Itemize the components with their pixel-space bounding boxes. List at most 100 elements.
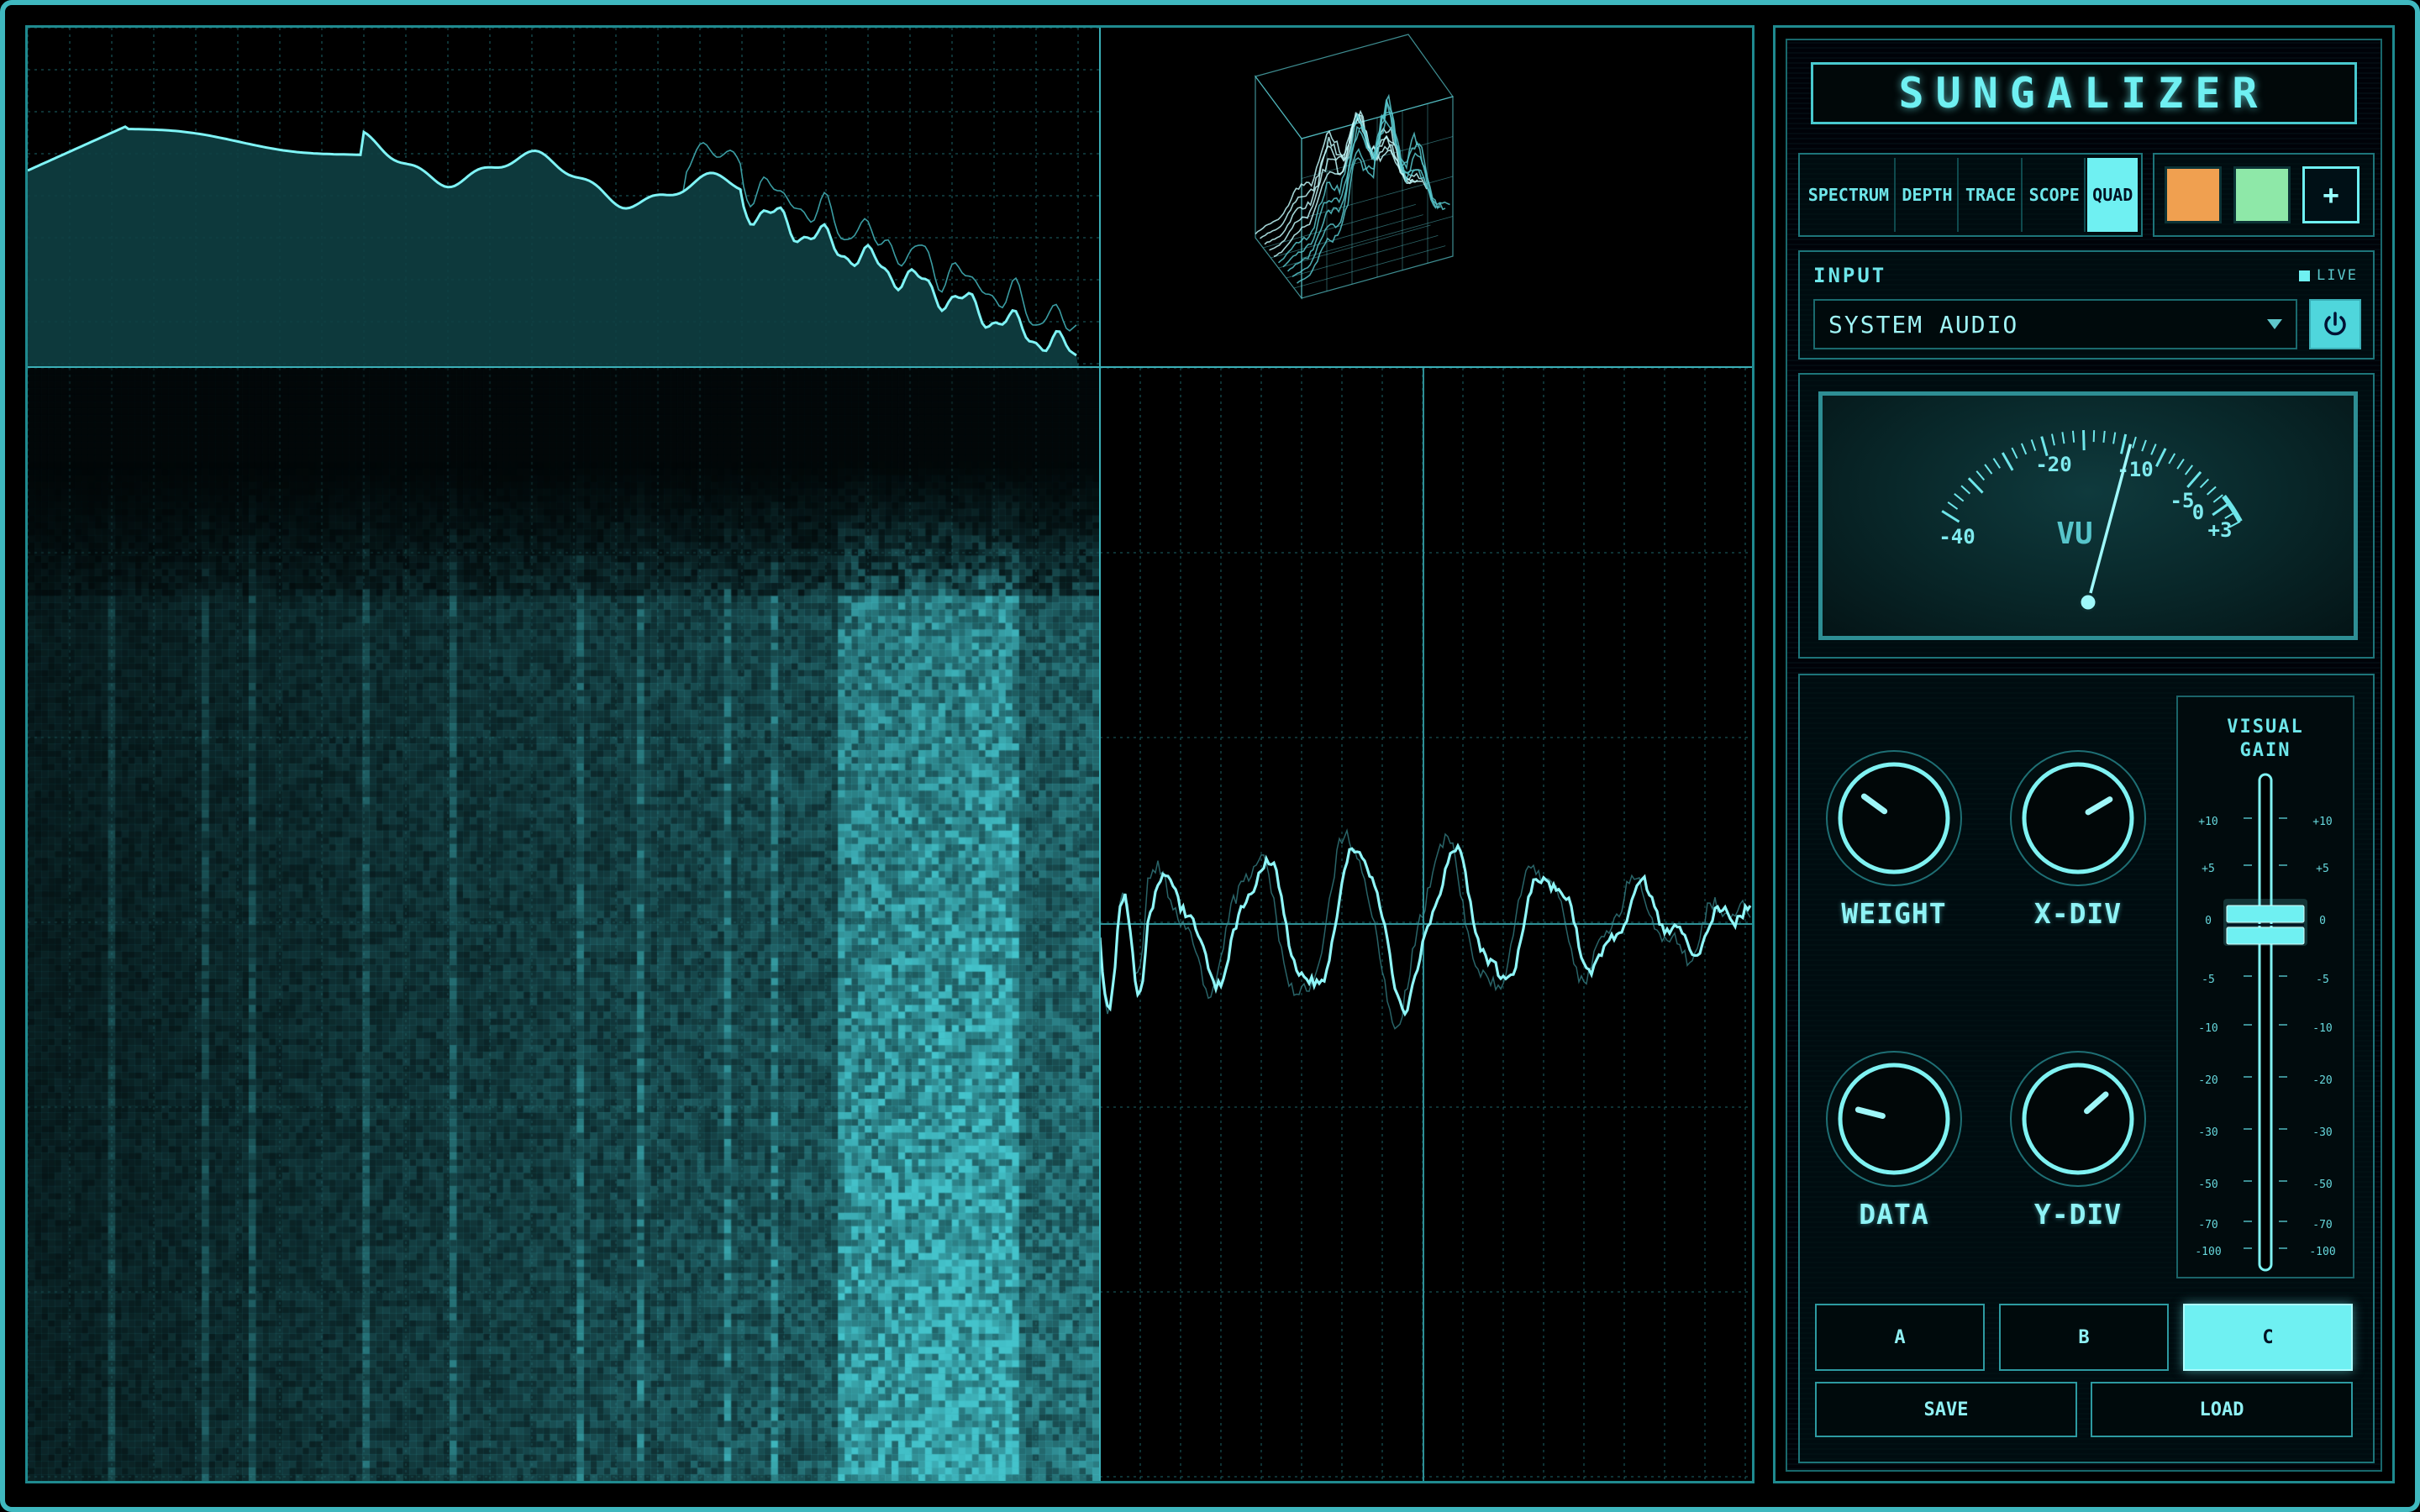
power-icon: [2324, 312, 2346, 336]
x-div-knob[interactable]: [2002, 743, 2154, 894]
tab-depth[interactable]: DEPTH: [1897, 158, 1960, 232]
tab-scope[interactable]: SCOPE: [2024, 158, 2086, 232]
depth-3d-view[interactable]: [1100, 28, 1752, 367]
fader-track[interactable]: +10 +10 +5 +5 0 0 -5 -5 -10 -10 -20 -20 -30 -30 -50 -50…: [2178, 697, 2353, 1277]
vu-tick: [2119, 433, 2128, 454]
vu-tick: [1954, 493, 1965, 502]
fader-scale-label-right: -10: [2312, 1022, 2332, 1035]
vu-tick: [2207, 486, 2217, 496]
tab-spectrum[interactable]: SPECTRUM: [1803, 158, 1896, 232]
visual-gain-fader: VISUAL GAIN +10 +10 +5 +5 0 0 -5 -5 -10 -10 -20 -20…: [2176, 696, 2354, 1278]
vu-scale-label: -5: [2170, 489, 2195, 512]
vu-tick: [1960, 485, 1971, 495]
fader-scale-label-left: -5: [2202, 974, 2215, 986]
knob-body: [1838, 1063, 1950, 1175]
vu-tick: [2132, 436, 2137, 449]
input-source-value: SYSTEM AUDIO: [1828, 310, 2019, 339]
tab-quad[interactable]: QUAD: [2087, 158, 2139, 232]
weight-label: WEIGHT: [1841, 897, 1947, 930]
quad-divider-horizontal: [28, 366, 1752, 368]
fader-handle-top: [2226, 905, 2305, 923]
fader-scale-label-left: -10: [2198, 1022, 2217, 1035]
weight-control: WEIGHT: [1818, 743, 1970, 930]
spectrum-view[interactable]: [28, 28, 1099, 367]
load-button[interactable]: LOAD: [2091, 1382, 2353, 1437]
vu-tick: [2186, 470, 2202, 489]
vu-tick: [2168, 453, 2176, 465]
oscilloscope-view[interactable]: [1100, 368, 1752, 1481]
knob-body: [2022, 1063, 2134, 1175]
color-swatches: +: [2153, 153, 2375, 237]
save-button[interactable]: SAVE: [1815, 1382, 2077, 1437]
knob-body: [2022, 762, 2134, 874]
fader-scale-label-left: -100: [2195, 1246, 2221, 1258]
knob-body: [1838, 762, 1950, 874]
vu-tick: [2030, 439, 2037, 451]
y-div-knob[interactable]: [2002, 1043, 2154, 1194]
scope-trace: [1100, 843, 1752, 1017]
fader-scale-label-right: -70: [2312, 1219, 2332, 1231]
fader-scale-label-right: +10: [2312, 816, 2332, 828]
vu-tick: [2155, 448, 2167, 467]
fader-scale-label-right: 0: [2319, 915, 2326, 927]
vu-tick: [2001, 452, 2014, 471]
vu-meter-section: -40 -20 -10 -5 0 +3 VU: [1798, 373, 2375, 659]
vu-tick: [1975, 470, 1986, 481]
input-label: INPUT: [1813, 264, 1887, 287]
spectrogram-view[interactable]: [28, 368, 1099, 1481]
fader-scale-label-left: -30: [2198, 1126, 2217, 1139]
color-swatch-green[interactable]: [2233, 166, 2291, 223]
visualizer-area: [25, 25, 1754, 1483]
depth-trace: [1260, 113, 1413, 239]
vu-tick: [2011, 447, 2018, 459]
vu-tick: [2050, 433, 2055, 446]
preset-b-button[interactable]: B: [1999, 1304, 2169, 1371]
power-button[interactable]: [2309, 299, 2361, 349]
fader-slot: [2258, 773, 2273, 1272]
vu-scale-label: +3: [2208, 518, 2233, 542]
preset-a-button[interactable]: A: [1815, 1304, 1985, 1371]
depth-trace: [1297, 93, 1450, 284]
vu-tick: [1967, 477, 1984, 494]
fader-scale-label-right: -30: [2312, 1126, 2332, 1139]
data-knob[interactable]: [1818, 1043, 1970, 1194]
x-div-control: X-DIV: [2002, 743, 2154, 930]
data-label: DATA: [1859, 1198, 1929, 1231]
weight-knob[interactable]: [1818, 743, 1970, 894]
y-div-control: Y-DIV: [2002, 1043, 2154, 1231]
vu-meter-dial: -40-20 -10-50+3VU: [1939, 430, 2243, 612]
depth-trace: [1255, 116, 1409, 235]
vu-scale-label: -40: [1939, 525, 1975, 549]
fader-scale-label-right: +5: [2316, 863, 2329, 875]
vu-tick: [1941, 510, 1960, 523]
fader-scale-label-left: 0: [2205, 915, 2212, 927]
vu-tick: [1984, 464, 1993, 475]
y-div-label: Y-DIV: [2033, 1198, 2123, 1231]
add-color-button[interactable]: +: [2302, 166, 2360, 223]
vu-tick: [2020, 443, 2028, 455]
fader-scale-label-left: +5: [2202, 863, 2215, 875]
fader-scale-label-right: -20: [2312, 1074, 2332, 1087]
fader-scale-label-right: -100: [2309, 1246, 2335, 1258]
fader-scale-label-right: -50: [2312, 1179, 2332, 1191]
tab-trace[interactable]: TRACE: [1960, 158, 2023, 232]
preset-c-button[interactable]: C: [2183, 1304, 2353, 1371]
vu-tick: [2102, 430, 2106, 443]
vu-tick: [2071, 430, 2075, 443]
vu-scale-label: -20: [2035, 453, 2071, 476]
plus-icon: +: [2323, 179, 2339, 211]
app-title: SUNGALIZER: [1811, 62, 2357, 124]
vu-tick: [2061, 432, 2065, 444]
color-swatch-orange[interactable]: [2165, 166, 2222, 223]
vu-scale-label: 0: [2192, 501, 2204, 524]
fader-handle-bottom: [2226, 927, 2305, 945]
quad-divider-vertical: [1099, 28, 1101, 1481]
vu-label: VU: [2056, 517, 2092, 551]
vu-needle-pivot: [2078, 592, 2098, 612]
fader-scale-label-left: +10: [2198, 816, 2217, 828]
fader-scale-label-left: -50: [2198, 1179, 2217, 1191]
vu-tick: [2199, 478, 2210, 489]
vu-meter: -40 -20 -10 -5 0 +3 VU: [1818, 391, 2358, 640]
view-mode-tabs: SPECTRUM DEPTH TRACE SCOPE QUAD: [1798, 153, 2143, 237]
input-source-select[interactable]: SYSTEM AUDIO: [1813, 299, 2297, 349]
